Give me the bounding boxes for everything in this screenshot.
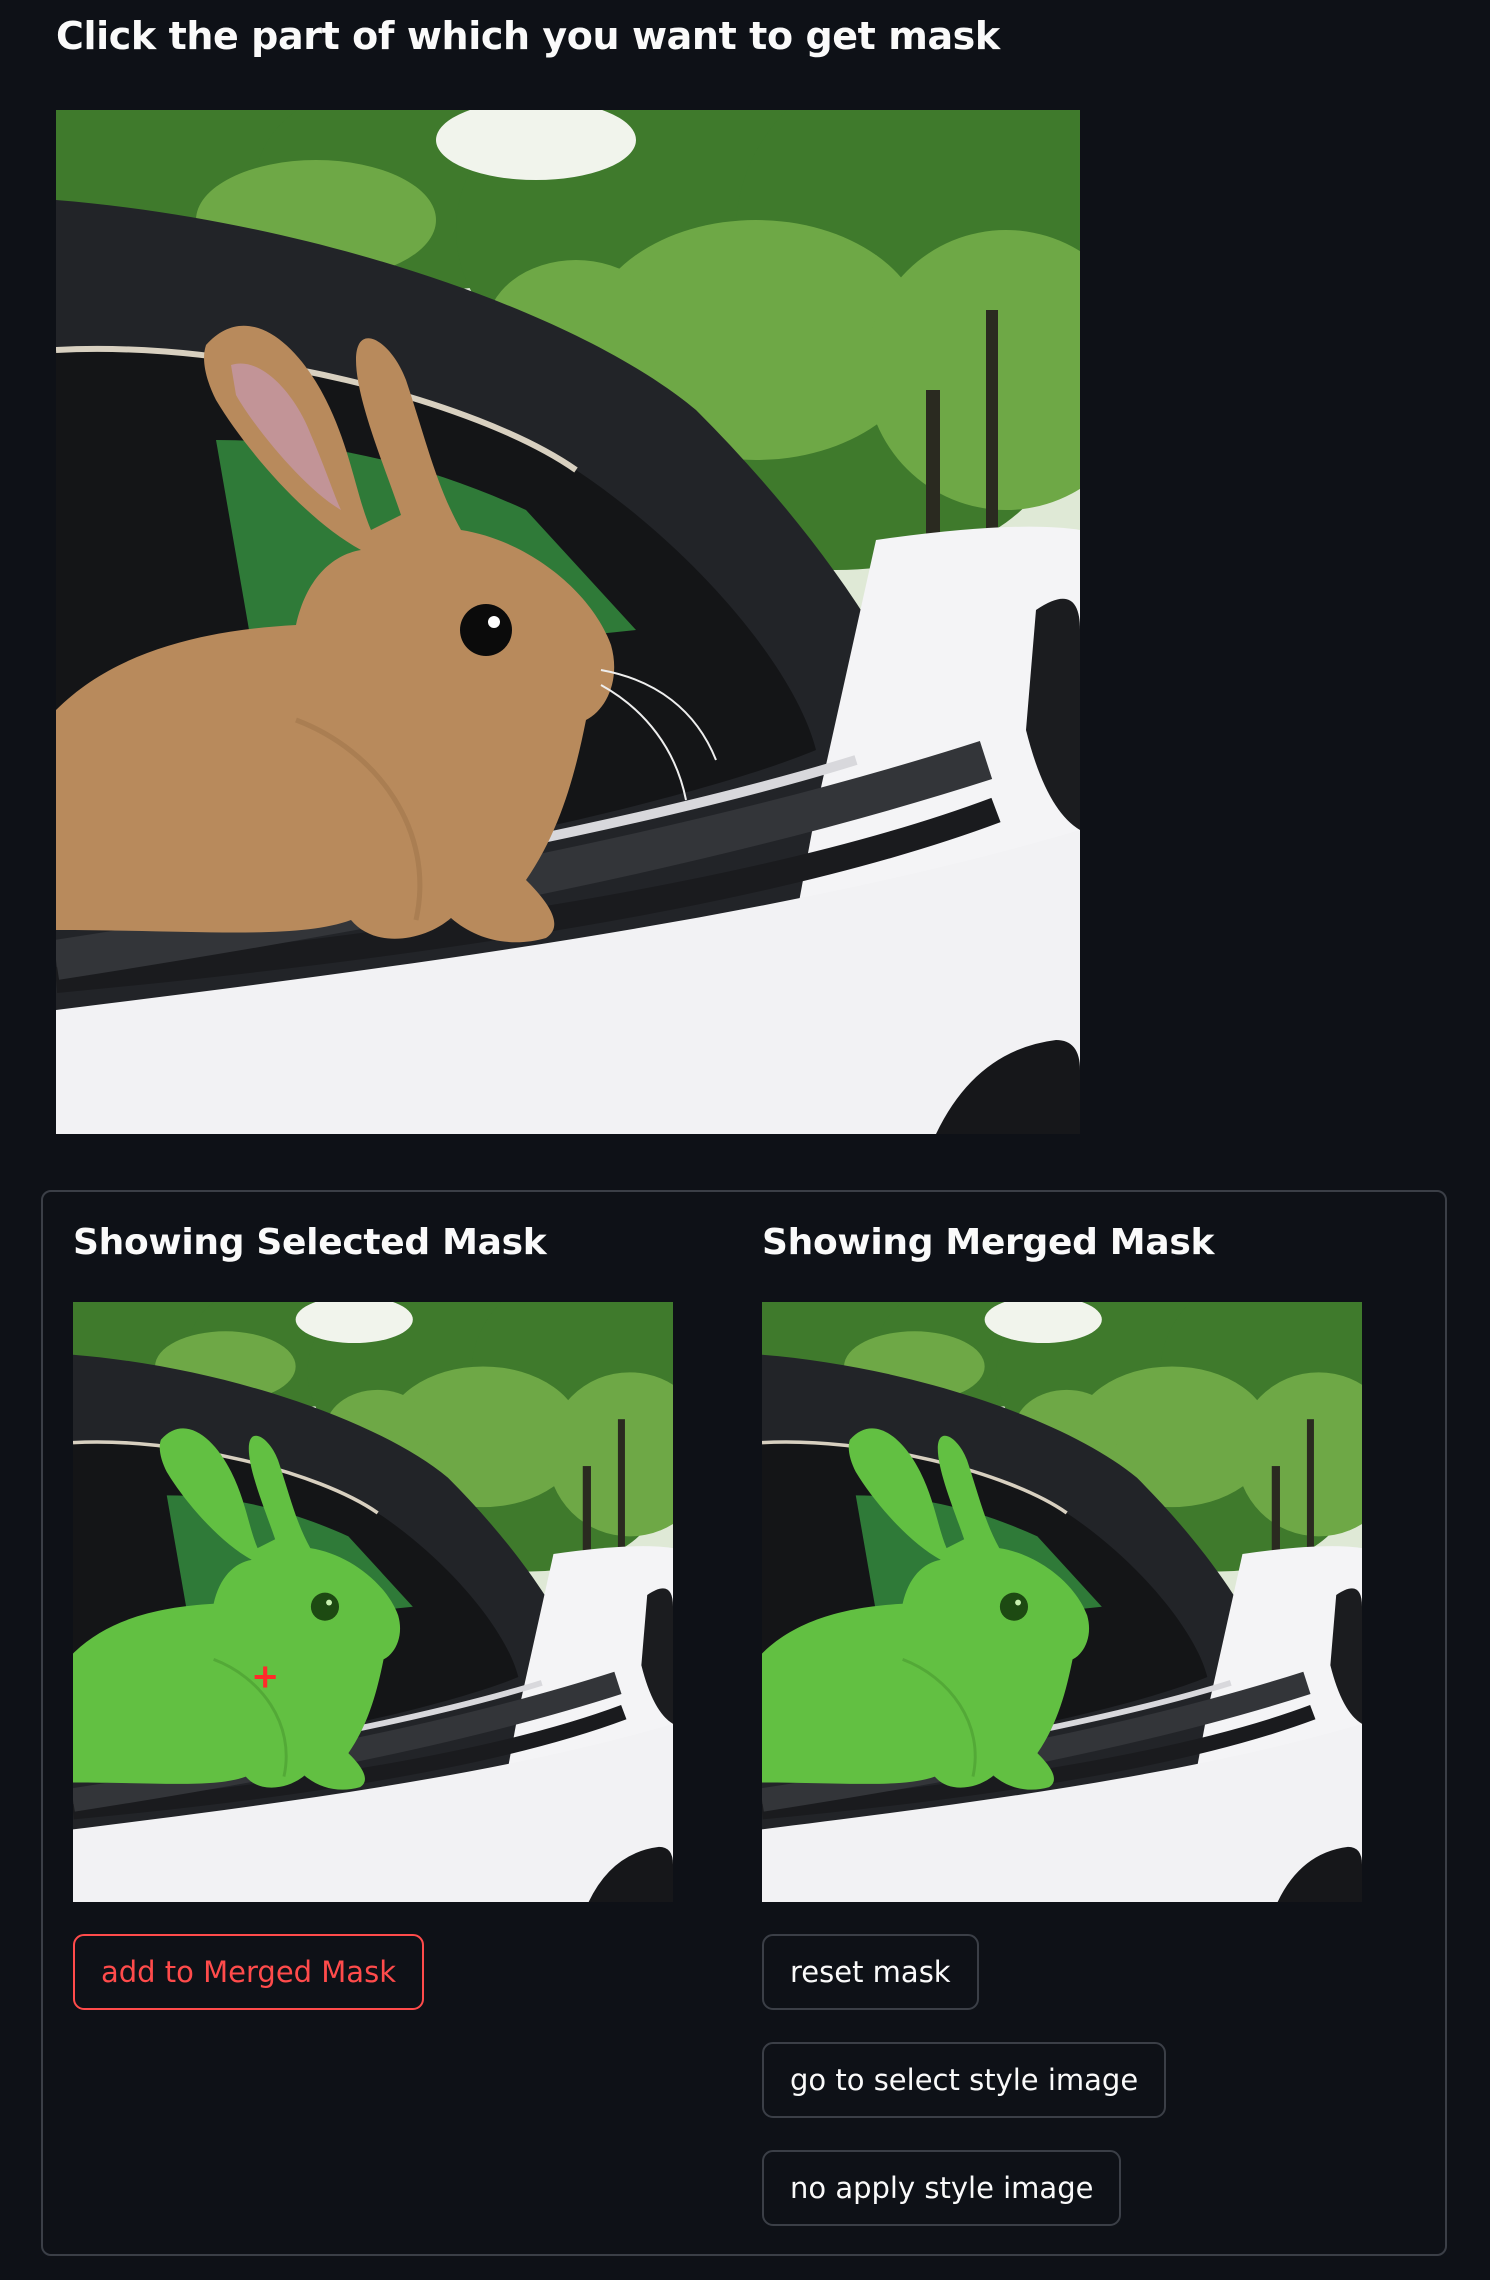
selected-mask-heading: Showing Selected Mask [73, 1222, 547, 1263]
page-heading: Click the part of which you want to get … [56, 14, 1000, 58]
selected-mask-image[interactable] [73, 1302, 673, 1902]
merged-mask-image [762, 1302, 1362, 1902]
reset-mask-button[interactable]: reset mask [762, 1934, 979, 2010]
no-apply-style-image-button[interactable]: no apply style image [762, 2150, 1122, 2226]
add-to-merged-mask-button[interactable]: add to Merged Mask [73, 1934, 424, 2010]
go-to-select-style-image-button[interactable]: go to select style image [762, 2042, 1167, 2118]
merged-mask-heading: Showing Merged Mask [762, 1222, 1215, 1263]
mask-target-image[interactable] [56, 110, 1080, 1134]
mask-panel: Showing Selected Mask add to Merged Mask… [41, 1190, 1447, 2256]
